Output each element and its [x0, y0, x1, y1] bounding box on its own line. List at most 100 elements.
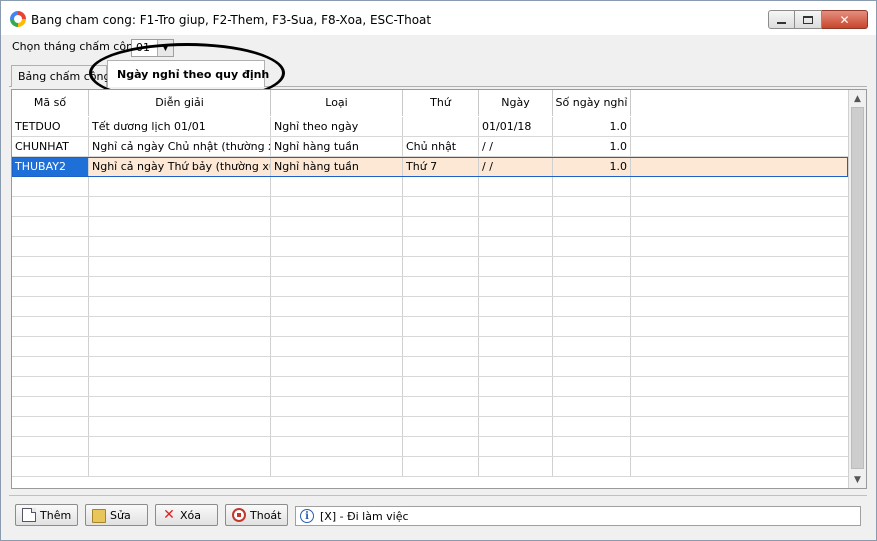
cell-thu[interactable]: Thứ 7 — [403, 157, 479, 176]
cell-empty[interactable] — [631, 277, 848, 296]
cell-empty[interactable] — [553, 197, 631, 216]
cell-empty[interactable] — [631, 257, 848, 276]
cell-thu[interactable] — [403, 117, 479, 136]
cell-empty[interactable] — [12, 277, 89, 296]
column-header-ngay[interactable]: Ngày — [479, 90, 553, 116]
cell-empty[interactable] — [631, 217, 848, 236]
cell-empty[interactable] — [479, 337, 553, 356]
chevron-down-icon[interactable]: ▼ — [157, 40, 173, 56]
cell-empty[interactable] — [553, 277, 631, 296]
cell-empty[interactable] — [89, 297, 271, 316]
cell-ngay[interactable]: / / — [479, 137, 553, 156]
cell-empty[interactable] — [89, 337, 271, 356]
cell-empty[interactable] — [271, 357, 403, 376]
cell-empty[interactable] — [631, 177, 848, 196]
cell-empty[interactable] — [553, 317, 631, 336]
column-header-dien-giai[interactable]: Diễn giải — [89, 90, 271, 116]
cell-empty[interactable] — [479, 397, 553, 416]
cell-empty[interactable] — [479, 197, 553, 216]
cell-empty[interactable] — [479, 237, 553, 256]
cell-empty[interactable] — [12, 377, 89, 396]
table-row-empty[interactable] — [12, 377, 848, 397]
cell-loai[interactable]: Nghỉ hàng tuần — [271, 137, 403, 156]
cell-empty[interactable] — [89, 257, 271, 276]
cell-loai[interactable]: Nghỉ theo ngày — [271, 117, 403, 136]
cell-so-ngay-nghi[interactable]: 1.0 — [553, 157, 631, 176]
cell-empty[interactable] — [271, 217, 403, 236]
cell-empty[interactable] — [12, 217, 89, 236]
cell-dien-giai[interactable]: Nghỉ cả ngày Chủ nhật (thường xuyên) — [89, 137, 271, 156]
tab-ngay-nghi-theo-quy-dinh[interactable]: Ngày nghỉ theo quy định — [107, 60, 269, 87]
table-row-empty[interactable] — [12, 217, 848, 237]
cell-empty[interactable] — [479, 417, 553, 436]
cell-empty[interactable] — [631, 357, 848, 376]
cell-empty[interactable] — [479, 277, 553, 296]
table-row-empty[interactable] — [12, 397, 848, 417]
cell-empty[interactable] — [479, 357, 553, 376]
cell-empty[interactable] — [403, 257, 479, 276]
cell-empty[interactable] — [403, 377, 479, 396]
cell-loai[interactable]: Nghỉ hàng tuần — [271, 157, 403, 176]
close-button[interactable]: ✕ — [822, 10, 868, 29]
cell-empty[interactable] — [553, 457, 631, 476]
table-row-empty[interactable] — [12, 297, 848, 317]
table-row-empty[interactable] — [12, 197, 848, 217]
cell-empty[interactable] — [89, 437, 271, 456]
cell-empty[interactable] — [631, 317, 848, 336]
cell-empty[interactable] — [403, 317, 479, 336]
tab-bang-cham-cong[interactable]: Bảng chấm công — [11, 65, 110, 87]
cell-empty[interactable] — [553, 217, 631, 236]
cell-empty[interactable] — [631, 197, 848, 216]
cell-ma-so[interactable]: TETDUO — [12, 117, 89, 136]
cell-empty[interactable] — [89, 377, 271, 396]
cell-empty[interactable] — [479, 377, 553, 396]
cell-empty[interactable] — [271, 197, 403, 216]
scroll-up-icon[interactable]: ▲ — [849, 90, 866, 107]
cell-empty[interactable] — [271, 397, 403, 416]
cell-empty[interactable] — [271, 277, 403, 296]
cell-empty[interactable] — [271, 177, 403, 196]
cell-empty[interactable] — [271, 237, 403, 256]
holiday-grid[interactable]: Mã số Diễn giải Loại Thứ Ngày Số ngày ng… — [11, 89, 867, 489]
cell-empty[interactable] — [479, 257, 553, 276]
table-row[interactable]: TETDUO Tết dương lịch 01/01 Nghỉ theo ng… — [12, 117, 848, 137]
table-row-empty[interactable] — [12, 457, 848, 477]
cell-empty[interactable] — [89, 317, 271, 336]
table-row-empty[interactable] — [12, 317, 848, 337]
table-row-empty[interactable] — [12, 177, 848, 197]
cell-empty[interactable] — [553, 377, 631, 396]
cell-empty[interactable] — [553, 257, 631, 276]
cell-empty[interactable] — [631, 417, 848, 436]
cell-empty[interactable] — [403, 217, 479, 236]
cell-empty[interactable] — [631, 437, 848, 456]
table-row-empty[interactable] — [12, 417, 848, 437]
cell-empty[interactable] — [12, 297, 89, 316]
cell-empty[interactable] — [271, 417, 403, 436]
cell-ngay[interactable]: 01/01/18 — [479, 117, 553, 136]
cell-empty[interactable] — [631, 237, 848, 256]
cell-empty[interactable] — [403, 197, 479, 216]
cell-empty[interactable] — [12, 417, 89, 436]
cell-empty[interactable] — [12, 317, 89, 336]
sua-button[interactable]: Sửa — [85, 504, 148, 526]
cell-empty[interactable] — [12, 437, 89, 456]
cell-empty[interactable] — [479, 297, 553, 316]
scroll-down-icon[interactable]: ▼ — [849, 471, 866, 488]
cell-empty[interactable] — [631, 297, 848, 316]
cell-empty[interactable] — [403, 297, 479, 316]
cell-empty[interactable] — [479, 217, 553, 236]
cell-ma-so[interactable]: THUBAY2 — [12, 157, 89, 176]
table-row-empty[interactable] — [12, 337, 848, 357]
cell-empty[interactable] — [403, 397, 479, 416]
cell-empty[interactable] — [403, 417, 479, 436]
column-header-so-ngay-nghi[interactable]: Số ngày nghỉ — [553, 90, 631, 116]
cell-empty[interactable] — [403, 437, 479, 456]
table-row-empty[interactable] — [12, 357, 848, 377]
cell-empty[interactable] — [271, 297, 403, 316]
cell-empty[interactable] — [12, 237, 89, 256]
cell-empty[interactable] — [12, 257, 89, 276]
cell-empty[interactable] — [479, 177, 553, 196]
table-row-empty[interactable] — [12, 277, 848, 297]
cell-empty[interactable] — [12, 357, 89, 376]
cell-empty[interactable] — [553, 437, 631, 456]
